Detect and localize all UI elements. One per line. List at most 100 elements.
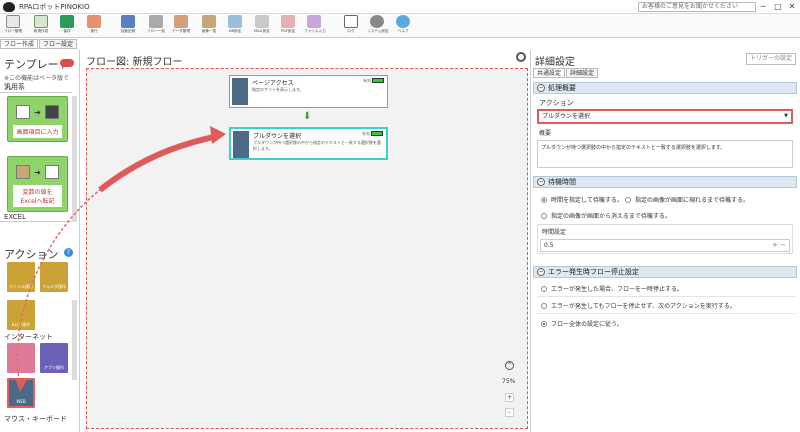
db-icon bbox=[228, 15, 242, 28]
template-toggle-icon[interactable] bbox=[60, 59, 74, 67]
canvas-title: フロー図: 新規フロー bbox=[86, 57, 183, 68]
radio-selected bbox=[541, 196, 547, 203]
flow-area[interactable]: ページアクセス 指定のサイトを表示します。 有効 ⬇ プルダウンを選択 プルダウ… bbox=[86, 68, 528, 429]
mail-icon bbox=[255, 15, 269, 28]
node-toggle[interactable] bbox=[372, 78, 384, 83]
image-list-button[interactable]: 画像一覧 bbox=[198, 15, 220, 37]
collapse-up-icon[interactable]: ^ bbox=[505, 361, 514, 370]
node-toggle[interactable] bbox=[371, 131, 383, 136]
trigger-settings-button[interactable]: トリガーの設定 bbox=[746, 53, 796, 65]
main-toolbar: フロー管理 新規作成 保存 実行 自動記録 フロー一覧 データ管理 画像一覧 D… bbox=[0, 14, 800, 38]
minimize-button[interactable]: ─ bbox=[756, 0, 770, 14]
group-excel: EXCEL bbox=[0, 213, 72, 222]
flow-manage-button[interactable]: フロー管理 bbox=[2, 15, 24, 37]
wait-option-image-disappear[interactable]: 指定の画像が画面から消えるまで待機する。 bbox=[541, 211, 671, 220]
summary-label: 概要 bbox=[539, 130, 552, 137]
radio-unselected bbox=[541, 302, 547, 309]
list-icon bbox=[149, 15, 163, 28]
plus-minus-icon[interactable]: + − bbox=[772, 240, 786, 251]
action-pink[interactable] bbox=[7, 343, 35, 373]
save-icon bbox=[60, 15, 74, 28]
save-button[interactable]: 保存 bbox=[56, 15, 78, 37]
template-var-to-excel[interactable]: ➜ 変数の値を Excelへ転記 bbox=[7, 156, 68, 212]
feedback-input[interactable]: お客様のご意見をお聞かせください bbox=[638, 2, 756, 12]
zoom-level: 75% bbox=[502, 378, 516, 385]
data-manage-button[interactable]: データ管理 bbox=[170, 15, 192, 37]
mail-settings-button[interactable]: MAIL設定 bbox=[251, 15, 273, 37]
zoom-out-button[interactable]: - bbox=[505, 408, 514, 417]
file-input-icon bbox=[307, 15, 321, 28]
action-file[interactable]: ファイル操作 bbox=[7, 262, 35, 292]
summary-field[interactable]: プルダウンが持つ選択肢の中から指定のテキストと一致する選択肢を選択します。 bbox=[537, 140, 793, 168]
excel-icon bbox=[44, 165, 59, 179]
arrow-right-icon: ➜ bbox=[34, 107, 41, 117]
wait-option-time[interactable]: 時間を指定して待機する。 bbox=[541, 195, 623, 204]
image-box-icon bbox=[202, 15, 216, 28]
group-mouse-keyboard: マウス・キーボード bbox=[4, 415, 67, 423]
file-input-button[interactable]: ファイル入力 bbox=[303, 15, 326, 37]
action-app[interactable]: アプリ操作 bbox=[40, 343, 68, 373]
section-error-header[interactable]: − エラー発生時フロー停止設定 bbox=[533, 266, 797, 278]
node-page-access[interactable]: ページアクセス 指定のサイトを表示します。 有効 bbox=[229, 75, 388, 108]
system-settings-button[interactable]: システム設定 bbox=[366, 15, 389, 37]
error-option-pause[interactable]: エラーが発生した場合、フローを一時停止する。 bbox=[541, 284, 683, 293]
record-icon bbox=[121, 15, 135, 28]
actions-scrollbar[interactable] bbox=[72, 300, 77, 380]
search-icon[interactable] bbox=[516, 52, 526, 62]
title-bar: RPAロボットPINOKIO お客様のご意見をお聞かせください ─ □ ✕ bbox=[0, 0, 800, 14]
web-icon bbox=[233, 131, 249, 158]
maximize-button[interactable]: □ bbox=[771, 0, 785, 14]
arrow-right-icon: ➜ bbox=[34, 167, 41, 177]
chevron-down-icon: ▼ bbox=[784, 113, 788, 119]
node-select-dropdown[interactable]: プルダウンを選択 プルダウンが持つ選択肢の中から指定のテキストと一致する選択肢を… bbox=[229, 127, 388, 160]
run-icon bbox=[87, 15, 101, 28]
action-select[interactable]: プルダウンを選択 ▼ bbox=[537, 109, 793, 124]
db-settings-button[interactable]: DB設定 bbox=[224, 15, 246, 37]
help-button[interactable]: ヘルプ bbox=[392, 15, 414, 37]
flow-canvas: フロー図: 新規フロー ページアクセス 指定のサイトを表示します。 有効 ⬇ プ… bbox=[82, 50, 530, 432]
app-logo-icon bbox=[3, 1, 15, 12]
action-excel[interactable]: Excel操作 bbox=[7, 300, 35, 330]
template-input-screen[interactable]: ➜ 画面項目に入力 bbox=[7, 96, 68, 142]
database-icon bbox=[174, 15, 188, 28]
collapse-icon: − bbox=[537, 268, 545, 276]
keyboard-icon bbox=[44, 105, 59, 119]
auto-record-button[interactable]: 自動記録 bbox=[117, 15, 139, 37]
flow-list-button[interactable]: フロー一覧 bbox=[145, 15, 167, 37]
box-icon bbox=[16, 165, 31, 179]
run-button[interactable]: 実行 bbox=[83, 15, 105, 37]
error-option-continue[interactable]: エラーが発生してもフローを停止せず、次のアクションを実行する。 bbox=[541, 301, 736, 310]
actions-help-icon[interactable]: ? bbox=[64, 248, 73, 257]
tab-common-settings[interactable]: 共通設定 bbox=[533, 68, 566, 78]
pdf-icon bbox=[281, 15, 295, 28]
collapse-icon: − bbox=[537, 178, 545, 186]
gear-icon bbox=[370, 15, 384, 28]
time-setting-box: 時間設定 0.5 + − bbox=[537, 224, 793, 254]
section-wait-header[interactable]: − 待機時間 bbox=[533, 176, 797, 188]
node-status: 有効 bbox=[363, 78, 371, 83]
new-flow-button[interactable]: 新規作成 bbox=[30, 15, 52, 37]
web-icon bbox=[232, 78, 248, 105]
app-title: RPAロボットPINOKIO bbox=[19, 2, 90, 11]
actions-heading: アクション bbox=[4, 248, 59, 261]
time-input[interactable]: 0.5 + − bbox=[540, 239, 790, 252]
tab-flow-create[interactable]: フロー作成 bbox=[0, 39, 39, 49]
action-label: アクション bbox=[539, 99, 574, 107]
action-folder[interactable]: フォルダ操作 bbox=[40, 262, 68, 292]
radio-unselected bbox=[541, 285, 547, 292]
error-option-follow-flow[interactable]: フロー全体の設定に従う。 bbox=[541, 319, 623, 328]
new-file-icon bbox=[34, 15, 48, 28]
section-overview-header[interactable]: − 処理概要 bbox=[533, 82, 797, 94]
pdf-settings-button[interactable]: PDF設定 bbox=[277, 15, 299, 37]
group-general: 汎用系 bbox=[0, 82, 72, 93]
close-button[interactable]: ✕ bbox=[785, 0, 799, 14]
divider bbox=[537, 313, 795, 314]
wait-option-image-appear[interactable]: 指定の画像が画面に現れるまで待機する。 bbox=[625, 195, 749, 204]
tab-flow-settings[interactable]: フロー設定 bbox=[39, 39, 78, 49]
help-icon bbox=[396, 15, 410, 28]
log-button[interactable]: ログ bbox=[340, 15, 362, 37]
zoom-in-button[interactable]: + bbox=[505, 393, 514, 402]
tab-detail-settings[interactable]: 詳細設定 bbox=[566, 68, 599, 78]
template-scrollbar[interactable] bbox=[72, 96, 77, 222]
action-web[interactable]: WEB bbox=[7, 378, 35, 408]
